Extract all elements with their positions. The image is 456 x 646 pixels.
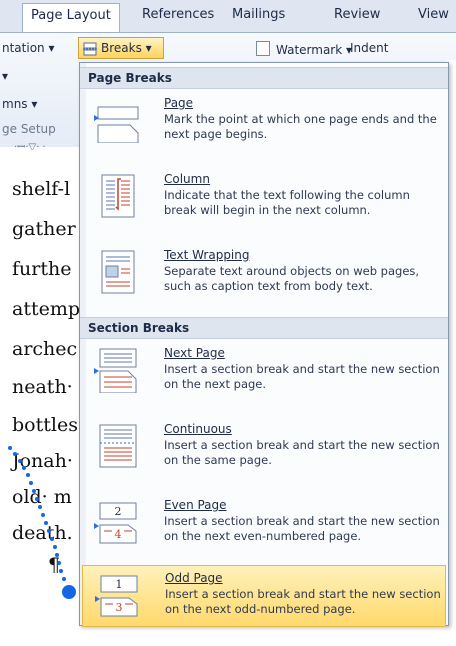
page-break-icon [94, 97, 140, 144]
continuous-icon [94, 423, 140, 469]
menu-item-column[interactable]: Column Indicate that the text following … [82, 167, 446, 229]
doc-line: furthe [12, 258, 72, 280]
tab-page-layout[interactable]: Page Layout [22, 3, 120, 32]
doc-line: old· m [12, 486, 72, 508]
breaks-icon [83, 41, 97, 56]
breaks-button[interactable]: Breaks ▾ [78, 37, 164, 59]
watermark-button[interactable]: Watermark ▾ [256, 41, 352, 57]
doc-line: shelf-l [12, 178, 71, 200]
columns-button[interactable]: mns ▾ [2, 97, 37, 111]
tab-review[interactable]: Review [334, 7, 380, 22]
pilcrow-mark: ¶ [48, 554, 61, 576]
doc-line: archec [12, 338, 78, 360]
menu-item-title: Continuous [164, 422, 232, 436]
menu-item-description: Separate text around objects on web page… [164, 264, 420, 293]
ribbon-tab-bar: Page Layout References Mailings Review V… [0, 0, 456, 33]
page-breaks-heading: Page Breaks [80, 67, 448, 89]
menu-item-continuous[interactable]: Continuous Insert a section break and st… [82, 417, 446, 479]
menu-item-text-wrapping[interactable]: Text Wrapping Separate text around objec… [82, 243, 446, 305]
even-page-top-number: 2 [115, 505, 122, 518]
text-wrapping-icon [94, 249, 140, 295]
indent-label: Indent [350, 41, 389, 55]
column-break-icon [94, 173, 140, 219]
menu-item-title: Next Page [164, 346, 225, 360]
menu-item-even-page[interactable]: 2 4 Even Page Insert a section break and… [82, 493, 446, 555]
menu-item-title: Even Page [164, 498, 227, 512]
section-breaks-heading: Section Breaks [80, 317, 448, 339]
document-text-area[interactable]: shelf-l gather furthe attemp archec neat… [0, 150, 80, 646]
next-page-icon [94, 347, 140, 394]
tab-view[interactable]: View [418, 7, 449, 22]
page-setup-group-label: ge Setup [2, 122, 56, 136]
odd-page-bottom-number: 3 [116, 601, 123, 614]
menu-item-description: Insert a section break and start the new… [165, 587, 441, 616]
even-page-bottom-number: 4 [115, 528, 122, 541]
menu-item-title: Column [164, 172, 210, 186]
dropdown-chevron-icon[interactable]: ▾ [2, 69, 8, 83]
menu-item-title: Page [164, 96, 194, 110]
doc-line: death. [12, 522, 73, 544]
odd-page-top-number: 1 [116, 578, 123, 591]
watermark-icon [256, 41, 270, 56]
menu-item-odd-page[interactable]: 1 3 Odd Page Insert a section break and … [82, 565, 446, 627]
odd-page-icon: 1 3 [95, 572, 141, 618]
menu-item-title: Odd Page [165, 571, 223, 585]
menu-item-description: Insert a section break and start the new… [164, 362, 440, 391]
tab-references[interactable]: References [142, 7, 214, 22]
breaks-dropdown-menu: Page Breaks Page Mark the point at which… [79, 62, 449, 627]
menu-item-page[interactable]: Page Mark the point at which one page en… [82, 91, 446, 153]
annotation-pointer-dot [62, 585, 76, 599]
orientation-button[interactable]: ntation ▾ [2, 41, 55, 55]
menu-item-title: Text Wrapping [164, 248, 250, 262]
menu-item-next-page[interactable]: Next Page Insert a section break and sta… [82, 341, 446, 403]
doc-line: gather [12, 218, 76, 240]
doc-line: bottles [12, 414, 78, 436]
doc-line: neath· [12, 376, 73, 398]
menu-item-description: Mark the point at which one page ends an… [164, 112, 437, 141]
menu-item-description: Insert a section break and start the new… [164, 438, 440, 467]
tab-mailings[interactable]: Mailings [232, 7, 285, 22]
even-page-icon: 2 4 [94, 499, 140, 545]
doc-line: attemp [12, 298, 80, 320]
menu-item-description: Insert a section break and start the new… [164, 514, 440, 543]
menu-item-description: Indicate that the text following the col… [164, 188, 410, 217]
